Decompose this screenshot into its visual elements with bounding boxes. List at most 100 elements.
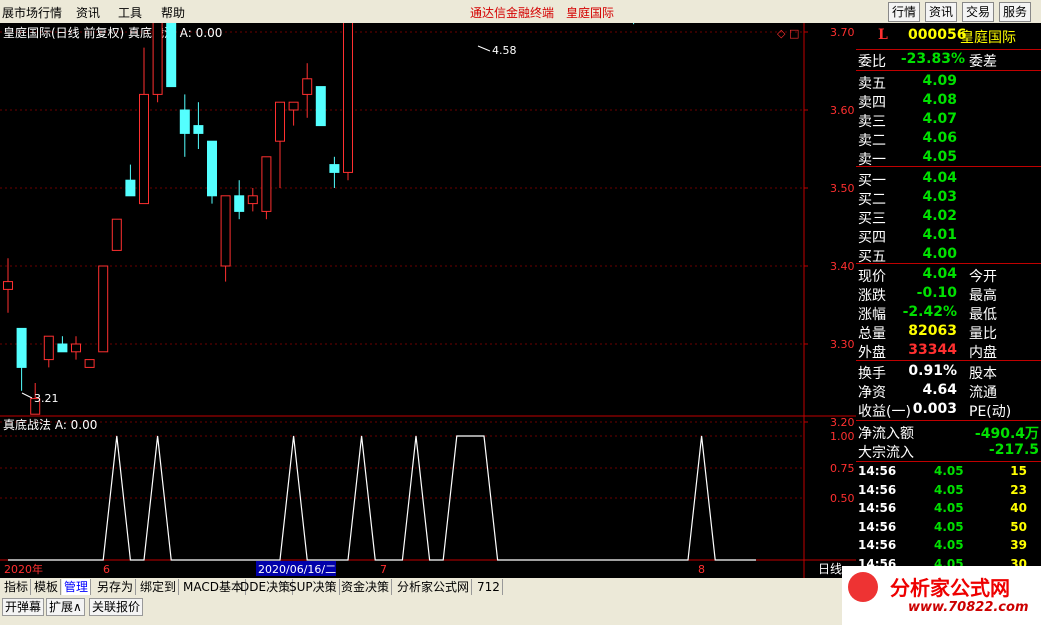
menu-help[interactable]: 帮助: [161, 4, 185, 21]
bottom-tab[interactable]: 扩展∧: [46, 598, 85, 616]
stat-row-label2: 今开: [969, 269, 997, 285]
stat2-row: 收益(一) 0.003 PE(动): [856, 401, 1041, 420]
ask-row-label: 卖三: [858, 114, 886, 130]
tick-row: 14:56 4.05 23: [856, 483, 1041, 501]
tick-row: 14:56 4.05 40: [856, 501, 1041, 519]
candle-body: [57, 343, 68, 353]
date-label: 8: [698, 563, 705, 576]
stat-row: 涨跌 -0.10 最高: [856, 285, 1041, 304]
ask-row-value: 4.06: [922, 130, 957, 146]
menu-news[interactable]: 资讯: [76, 4, 100, 21]
formula-tab[interactable]: SUP决策: [287, 579, 340, 595]
bid-row-label: 买五: [858, 249, 886, 265]
quote-panel: L 000056 皇庭国际 委比 -23.83% 委差 卖五 4.09 卖四 4.08…: [856, 23, 1041, 578]
formula-tab[interactable]: 712: [475, 579, 503, 595]
formula-tab[interactable]: 管理: [62, 579, 92, 595]
bid-row-value: 4.02: [922, 208, 957, 224]
formula-tab[interactable]: 绑定到: [138, 579, 180, 595]
price-axis-label: 3.20: [830, 416, 855, 429]
formula-tab[interactable]: 指标: [2, 579, 32, 595]
candle-body: [71, 343, 81, 353]
stat-row-label: 涨幅: [858, 307, 886, 323]
ask-row: 卖三 4.07: [856, 111, 1041, 130]
candle-body: [220, 195, 231, 267]
formula-tab[interactable]: 分析家公式网: [395, 579, 473, 595]
weibi-row: 委比 -23.83% 委差: [856, 51, 1041, 70]
bid-row: 买四 4.01: [856, 227, 1041, 246]
chart-options-icon[interactable]: ◇ □: [777, 27, 799, 40]
formula-tab[interactable]: 资金决策: [339, 579, 393, 595]
candle-body: [3, 281, 13, 290]
stat-row-value: -2.42%: [902, 304, 957, 320]
ask-row: 卖四 4.08: [856, 92, 1041, 111]
quote-button[interactable]: 行情: [888, 2, 921, 22]
stat2-row-value: 0.003: [912, 401, 957, 417]
stat-row-label2: 最高: [969, 288, 997, 304]
menu-tools[interactable]: 工具: [118, 4, 142, 21]
stat2-row-value: 4.64: [922, 382, 957, 398]
high-label: 4.58: [492, 44, 517, 57]
ask-row: 卖五 4.09: [856, 73, 1041, 92]
market-flag: L: [878, 27, 888, 43]
tick-price: 4.05: [934, 482, 964, 497]
candle-body: [125, 179, 136, 197]
stat-row-label2: 最低: [969, 307, 997, 323]
stat2-row: 换手 0.91% 股本: [856, 363, 1041, 382]
candle-body: [166, 23, 177, 88]
ask-row-label: 卖二: [858, 133, 886, 149]
news-button[interactable]: 资讯: [925, 2, 958, 22]
weicha-label: 委差: [969, 54, 997, 70]
candle-body: [247, 195, 258, 205]
tick-time: 14:56: [858, 482, 897, 497]
stat-row: 现价 4.04 今开: [856, 266, 1041, 285]
menu-bar: 展市场行情 资讯 工具 帮助 通达信金融终端 皇庭国际 行情 资讯 交易 服务: [0, 0, 1041, 24]
stock-title: 皇庭国际: [566, 6, 615, 20]
logo-title: 分析家公式网: [890, 576, 1010, 600]
formula-tab[interactable]: 另存为: [95, 579, 137, 595]
ask-row-value: 4.08: [922, 92, 957, 108]
flower-icon: [848, 572, 878, 602]
stat2-row-label2: 流通: [969, 385, 997, 401]
candle-body: [16, 327, 27, 368]
price-axis-label: 3.60: [830, 104, 855, 117]
stat-row-value: -0.10: [916, 285, 957, 301]
candle-body: [98, 265, 109, 353]
service-button[interactable]: 服务: [999, 2, 1032, 22]
candle-body: [152, 23, 163, 95]
ask-row-value: 4.07: [922, 111, 957, 127]
formula-tab[interactable]: 模板: [32, 579, 62, 595]
tick-volume: 50: [1010, 519, 1027, 534]
stat-row-label: 总量: [858, 326, 886, 342]
candle-body: [302, 78, 313, 95]
date-label: 2020年: [4, 562, 43, 576]
stat2-row-value: 0.91%: [908, 363, 957, 379]
tick-row: 14:56 4.05 50: [856, 520, 1041, 538]
candle-body: [84, 359, 95, 368]
stat-row-value: 4.04: [922, 266, 957, 282]
ask-row-label: 卖四: [858, 95, 886, 111]
flow-row: 净流入额 -490.4万: [856, 423, 1041, 442]
bid-row-value: 4.03: [922, 189, 957, 205]
stat-row-value: 33344: [908, 342, 957, 358]
bottom-tab[interactable]: 关联报价: [89, 598, 144, 616]
price-axis-label: 3.40: [830, 260, 855, 273]
candle-body: [179, 109, 190, 134]
ask-row: 卖一 4.05: [856, 149, 1041, 168]
stat2-row: 净资 4.64 流通: [856, 382, 1041, 401]
formula-tab[interactable]: MACD基本: [181, 579, 246, 595]
stat-row: 总量 82063 量比: [856, 323, 1041, 342]
kline-chart[interactable]: 4.604.504.404.304.204.104.003.903.803.70…: [0, 23, 856, 578]
trade-button[interactable]: 交易: [962, 2, 995, 22]
tick-time: 14:56: [858, 501, 897, 515]
stat-row-label: 现价: [858, 269, 886, 285]
bid-row: 买五 4.00: [856, 246, 1041, 265]
stat-row-label: 外盘: [858, 345, 886, 361]
ask-row-label: 卖一: [858, 152, 886, 168]
tick-time: 14:56: [858, 519, 897, 534]
menu-market[interactable]: 展市场行情: [2, 4, 62, 21]
formula-tab[interactable]: DDE决策: [238, 579, 294, 595]
tick-volume: 15: [1010, 464, 1027, 478]
bid-row: 买二 4.03: [856, 189, 1041, 208]
stat2-row-label2: PE(动): [969, 404, 1012, 420]
bottom-tab[interactable]: 开弹幕: [2, 598, 45, 616]
